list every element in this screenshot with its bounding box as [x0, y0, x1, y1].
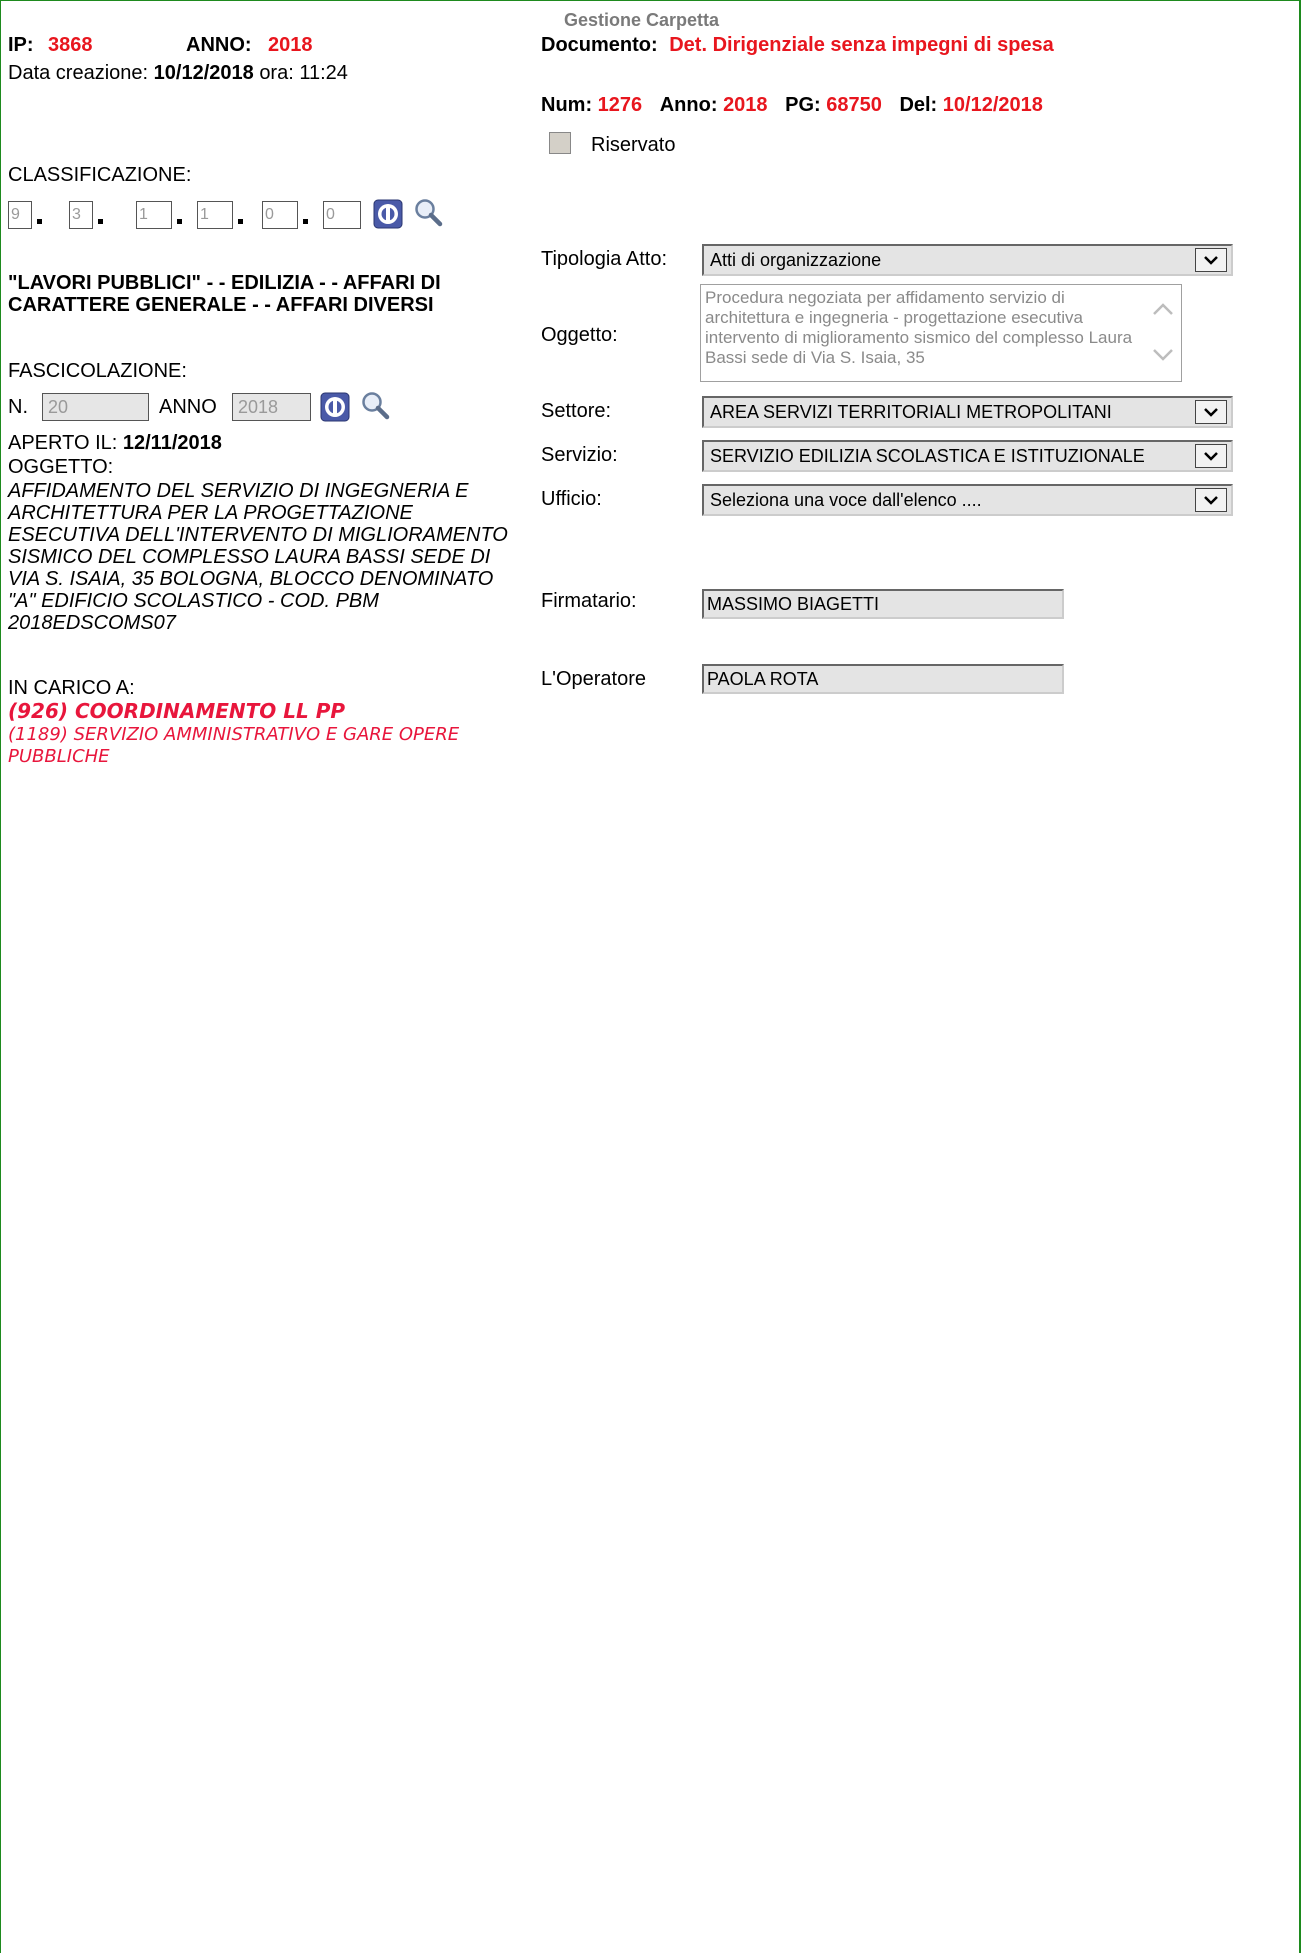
num-value: 1276 [597, 94, 643, 116]
ufficio-label: Ufficio: [541, 488, 602, 510]
pg-value: 68750 [826, 94, 882, 116]
settore-label: Settore: [541, 400, 612, 422]
del-label: Del: [899, 94, 938, 116]
operatore-field[interactable]: PAOLA ROTA [702, 664, 1064, 694]
code-separator [303, 219, 308, 224]
data-creazione-label: Data creazione: [8, 62, 149, 84]
scroll-down-icon [1153, 349, 1173, 361]
in-carico-label: IN CARICO A: [8, 677, 135, 699]
pg-label: PG: [785, 94, 821, 116]
oggetto-label: OGGETTO: [8, 456, 114, 478]
fascicolo-n-field[interactable]: 20 [42, 393, 149, 421]
riservato-checkbox[interactable] [549, 132, 571, 154]
protocol-line: Num: 1276 Anno: 2018 PG: 68750 Del: 10/1… [541, 94, 1043, 116]
page-frame-right [1299, 0, 1301, 1953]
classificazione-code-5[interactable]: 0 [262, 201, 298, 229]
chevron-down-icon[interactable] [1195, 488, 1227, 512]
code-separator [177, 219, 182, 224]
fascicolo-anno-label: ANNO [159, 396, 217, 418]
chevron-down-icon[interactable] [1195, 400, 1227, 424]
code-separator [37, 219, 42, 224]
ufficio-select[interactable]: Seleziona una voce dall'elenco .... [702, 484, 1233, 516]
clear-icon[interactable] [373, 199, 403, 229]
data-creazione-value: 10/12/2018 [153, 62, 254, 84]
classificazione-code-6[interactable]: 0 [323, 201, 361, 229]
ip-value: 3868 [48, 34, 93, 56]
ip-label: IP: [8, 34, 34, 56]
servizio-select[interactable]: SERVIZIO EDILIZIA SCOLASTICA E ISTITUZIO… [702, 440, 1233, 472]
classificazione-description: "LAVORI PUBBLICI" - - EDILIZIA - - AFFAR… [8, 272, 441, 316]
anno-label: ANNO: [186, 34, 252, 56]
oggetto-form-label: Oggetto: [541, 324, 618, 346]
settore-select[interactable]: AREA SERVIZI TERRITORIALI METROPOLITANI [702, 396, 1233, 428]
fascicolazione-label: FASCICOLAZIONE: [8, 360, 187, 382]
code-separator [98, 219, 103, 224]
num-anno-value: 2018 [723, 94, 768, 116]
riservato-label: Riservato [591, 134, 676, 156]
settore-value: AREA SERVIZI TERRITORIALI METROPOLITANI [710, 402, 1112, 422]
in-carico-primary: (926) COORDINAMENTO LL PP [8, 699, 346, 723]
classificazione-code-4[interactable]: 1 [197, 201, 233, 229]
ora-value: 11:24 [299, 62, 348, 84]
scroll-up-icon [1153, 303, 1173, 315]
fascicolo-n-label: N. [8, 396, 28, 418]
classificazione-label: CLASSIFICAZIONE: [8, 164, 192, 186]
oggetto-textarea-text: Procedura negoziata per affidamento serv… [705, 288, 1133, 367]
textarea-scrollbar[interactable] [1148, 292, 1178, 372]
documento-value: Det. Dirigenziale senza impegni di spesa [669, 34, 1054, 56]
operatore-label: L'Operatore [541, 668, 646, 690]
firmatario-field[interactable]: MASSIMO BIAGETTI [702, 589, 1064, 619]
documento-label: Documento: [541, 34, 658, 56]
search-icon[interactable] [413, 197, 443, 227]
documento: Documento: Det. Dirigenziale senza impeg… [541, 34, 1054, 56]
anno-value: 2018 [268, 34, 313, 56]
classificazione-code-1[interactable]: 9 [8, 201, 32, 229]
num-anno-label: Anno: [659, 94, 718, 116]
page-title: Gestione Carpetta [564, 10, 720, 30]
code-separator [238, 219, 243, 224]
aperto-il-value: 12/11/2018 [122, 432, 222, 454]
fascicolo-oggetto: AFFIDAMENTO DEL SERVIZIO DI INGEGNERIA E… [8, 480, 508, 634]
tipologia-select[interactable]: Atti di organizzazione [702, 244, 1233, 276]
classificazione-code-3[interactable]: 1 [136, 201, 172, 229]
chevron-down-icon[interactable] [1195, 248, 1227, 272]
search-icon[interactable] [360, 390, 390, 420]
del-value: 10/12/2018 [942, 94, 1043, 116]
classificazione-code-2[interactable]: 3 [69, 201, 93, 229]
oggetto-textarea[interactable]: Procedura negoziata per affidamento serv… [700, 284, 1182, 382]
aperto-il-label: APERTO IL: [8, 432, 118, 454]
ufficio-value: Seleziona una voce dall'elenco .... [710, 490, 982, 510]
chevron-down-icon[interactable] [1195, 444, 1227, 468]
fascicolo-anno-field[interactable]: 2018 [232, 393, 311, 421]
aperto-il: APERTO IL: 12/11/2018 [8, 432, 222, 454]
firmatario-label: Firmatario: [541, 590, 637, 612]
clear-icon[interactable] [320, 392, 350, 422]
data-creazione: Data creazione: 10/12/2018 ora: 11:24 [8, 62, 348, 84]
ora-label: ora: [259, 62, 294, 84]
servizio-value: SERVIZIO EDILIZIA SCOLASTICA E ISTITUZIO… [710, 446, 1145, 466]
tipologia-label: Tipologia Atto: [541, 248, 668, 270]
in-carico-secondary: (1189) SERVIZIO AMMINISTRATIVO E GARE OP… [8, 724, 460, 767]
tipologia-value: Atti di organizzazione [710, 250, 882, 270]
servizio-label: Servizio: [541, 444, 618, 466]
num-label: Num: [541, 94, 593, 116]
